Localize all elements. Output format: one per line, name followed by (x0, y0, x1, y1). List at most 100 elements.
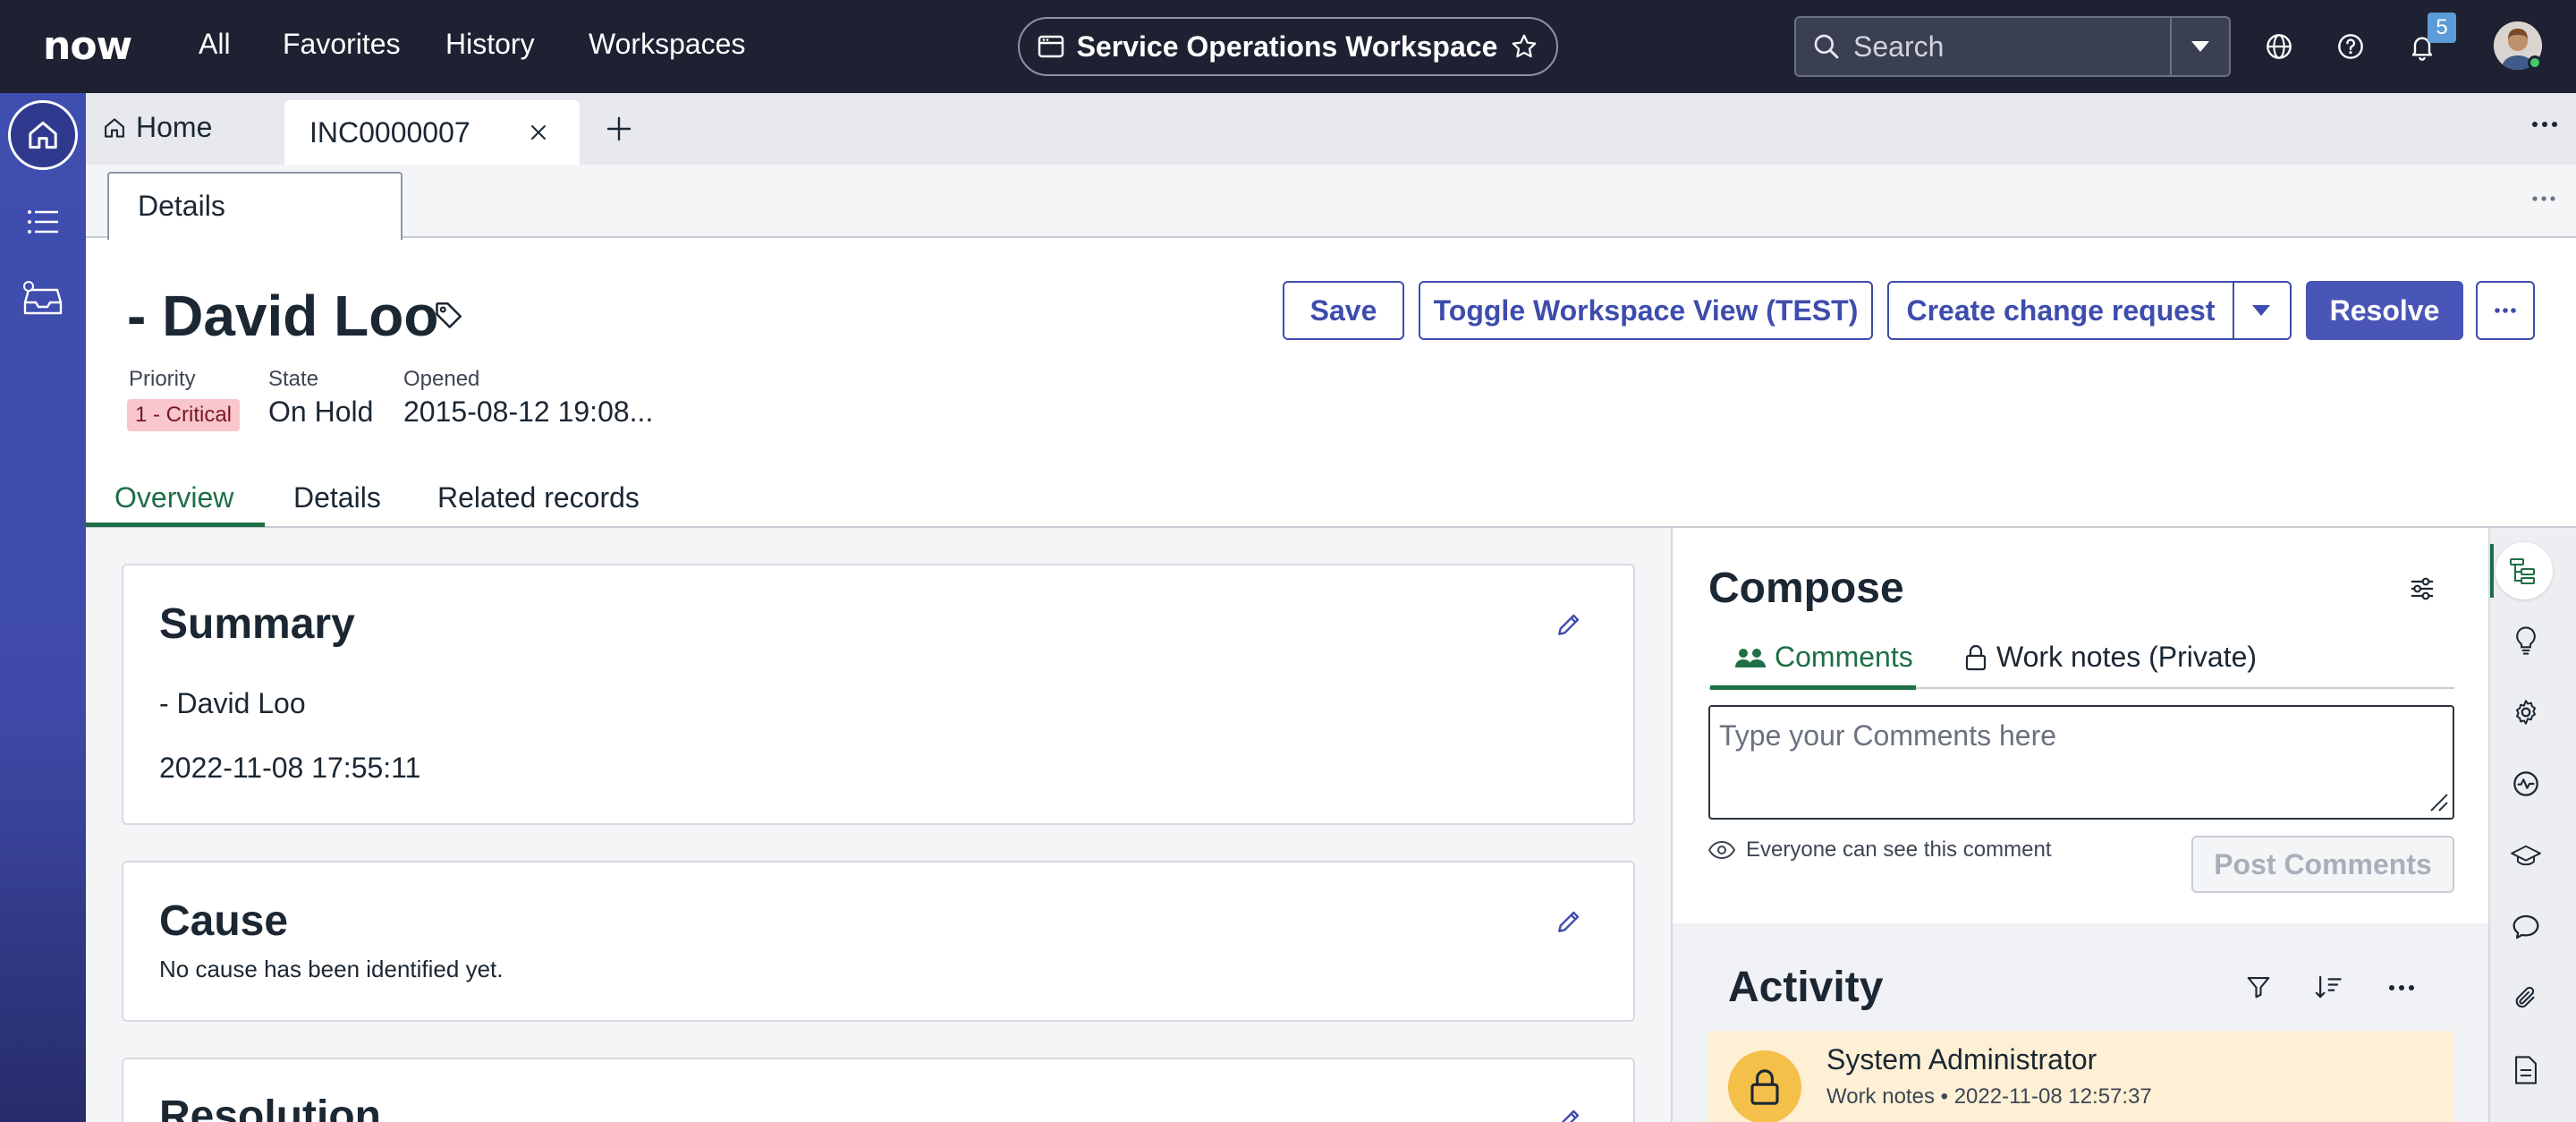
top-navigation-bar: now All Favorites History Workspaces Ser… (0, 0, 2576, 93)
separator-dot: • (1940, 1084, 1954, 1109)
save-button[interactable]: Save (1283, 281, 1404, 340)
cause-text: No cause has been identified yet. (159, 956, 504, 982)
resolution-card: Resolution (122, 1058, 1635, 1122)
paperclip-icon[interactable] (2508, 981, 2544, 1016)
state-value: On Hold (268, 395, 374, 428)
cause-card: Cause No cause has been identified yet. (122, 861, 1635, 1022)
priority-badge: 1 - Critical (127, 399, 241, 431)
nav-all[interactable]: All (199, 28, 231, 61)
create-change-request-button[interactable]: Create change request (1887, 281, 2234, 340)
tab-home-label: Home (136, 111, 213, 143)
tab-related-records[interactable]: Related records (437, 481, 640, 514)
priority-label: Priority (129, 367, 196, 391)
lock-icon (1965, 644, 1987, 670)
search-input[interactable]: Search (1853, 30, 2170, 64)
compose-activity-panel: Compose Comments Work notes (Private) Ev… (1671, 528, 2488, 1122)
activity-type: Work notes (1826, 1084, 1935, 1109)
toggle-workspace-view-button[interactable]: Toggle Workspace View (TEST) (1419, 281, 1873, 340)
activity-more-icon[interactable] (2388, 984, 2415, 991)
nav-workspaces[interactable]: Workspaces (589, 28, 745, 61)
more-icon[interactable] (2531, 120, 2558, 129)
close-icon[interactable] (528, 122, 549, 143)
filter-icon[interactable] (2245, 973, 2272, 1000)
visibility-text: Everyone can see this comment (1746, 837, 2052, 862)
contextual-sidebar (2488, 528, 2576, 1122)
now-logo[interactable]: now (43, 23, 132, 69)
tag-icon[interactable] (433, 299, 465, 331)
record-title: - David Loo (127, 284, 439, 348)
activity-entry: System Administrator Work notes • 2022-1… (1708, 1031, 2454, 1122)
tab-incident-label: INC0000007 (309, 115, 470, 149)
comment-input[interactable] (1708, 705, 2454, 820)
settings-sliders-icon[interactable] (2408, 574, 2436, 603)
opened-label: Opened (403, 367, 480, 391)
workspace-icon (1038, 35, 1063, 58)
edit-pencil-icon[interactable] (1555, 907, 1583, 936)
comment-visibility-note: Everyone can see this comment (1708, 837, 2052, 863)
active-sidebar-indicator (2490, 544, 2494, 598)
caret-down-icon (2191, 41, 2209, 52)
activity-title: Activity (1728, 964, 1884, 1011)
tab-incident[interactable]: INC0000007 (284, 100, 580, 165)
activity-author: System Administrator (1826, 1043, 2097, 1075)
search-scope-dropdown[interactable] (2170, 18, 2229, 75)
subtab-more-icon[interactable] (2531, 195, 2556, 202)
resize-grip-icon[interactable] (2426, 789, 2449, 812)
global-search[interactable]: Search (1794, 16, 2231, 77)
workspace-tab-bar: Home INC0000007 (86, 93, 2576, 165)
record-tabs: Overview Details Related records (86, 467, 2576, 528)
gear-icon[interactable] (2508, 694, 2544, 730)
graduation-cap-icon[interactable] (2508, 837, 2544, 873)
more-actions-button[interactable] (2476, 281, 2535, 340)
resolution-title: Resolution (159, 1092, 381, 1122)
activity-meta: Work notes • 2022-11-08 12:57:37 (1826, 1084, 2152, 1109)
tab-comments-label: Comments (1775, 641, 1913, 673)
create-change-request-dropdown[interactable] (2233, 281, 2292, 340)
users-icon (1735, 648, 1766, 667)
compose-title: Compose (1708, 565, 1904, 612)
eye-icon (1708, 840, 1735, 860)
add-tab-icon[interactable] (603, 113, 635, 145)
tab-overview-indicator (86, 523, 265, 527)
inbox-icon[interactable] (21, 277, 64, 320)
subtab-bar: Details (86, 165, 2576, 240)
subtab-details[interactable]: Details (107, 172, 402, 240)
nav-history[interactable]: History (445, 28, 535, 61)
tab-overview[interactable]: Overview (114, 481, 233, 514)
more-icon (2495, 308, 2516, 313)
sort-icon[interactable] (2315, 973, 2343, 1000)
summary-title: Summary (159, 600, 355, 648)
workspace-name: Service Operations Workspace (1076, 30, 1498, 63)
lightbulb-icon[interactable] (2508, 623, 2544, 659)
document-icon[interactable] (2508, 1052, 2544, 1088)
online-status-dot (2528, 55, 2542, 70)
compose-section: Compose Comments Work notes (Private) Ev… (1673, 528, 2488, 923)
tab-comments[interactable]: Comments (1735, 641, 1913, 674)
notification-count-badge: 5 (2428, 13, 2456, 43)
workspace-selector[interactable]: Service Operations Workspace (1018, 17, 1558, 76)
tab-home[interactable]: Home (102, 111, 212, 144)
cause-title: Cause (159, 897, 289, 945)
post-comments-button[interactable]: Post Comments (2191, 836, 2454, 893)
state-label: State (268, 367, 319, 391)
summary-line-1: - David Loo (159, 687, 306, 719)
summary-line-2: 2022-11-08 17:55:11 (159, 752, 421, 784)
star-icon[interactable] (1510, 32, 1538, 61)
home-icon[interactable] (8, 100, 78, 170)
activity-pulse-icon[interactable] (2508, 766, 2544, 802)
help-icon[interactable] (2331, 27, 2370, 66)
list-icon[interactable] (21, 200, 64, 243)
resolve-button[interactable]: Resolve (2306, 281, 2463, 340)
chat-bubble-icon[interactable] (2508, 909, 2544, 945)
tab-details[interactable]: Details (293, 481, 381, 514)
activity-timestamp: 2022-11-08 12:57:37 (1953, 1084, 2152, 1109)
nav-favorites[interactable]: Favorites (283, 28, 401, 61)
caret-down-icon (2252, 305, 2270, 316)
tab-work-notes-label: Work notes (Private) (1996, 641, 2258, 673)
edit-pencil-icon[interactable] (1555, 1106, 1583, 1122)
opened-value: 2015-08-12 19:08... (403, 395, 654, 428)
tab-work-notes[interactable]: Work notes (Private) (1964, 641, 2257, 674)
edit-pencil-icon[interactable] (1555, 610, 1583, 639)
globe-icon[interactable] (2259, 27, 2299, 66)
hierarchy-icon[interactable] (2496, 542, 2553, 599)
